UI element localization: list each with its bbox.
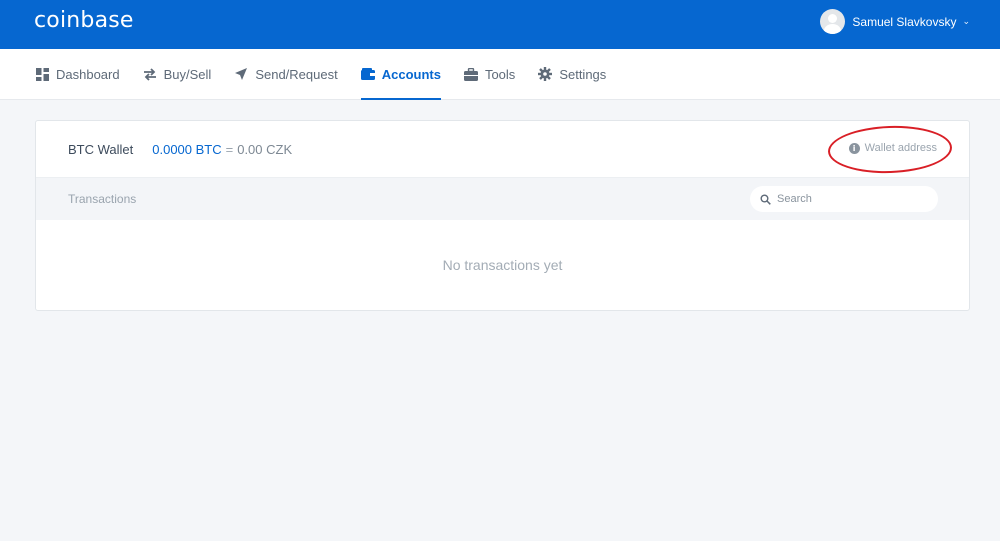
briefcase-icon: [463, 67, 478, 81]
user-name: Samuel Slavkovsky: [852, 14, 957, 29]
nav-label: Dashboard: [56, 66, 120, 82]
btc-balance: 0.0000 BTC: [152, 141, 222, 157]
fiat-balance: 0.00 CZK: [237, 141, 293, 157]
wallet-header: BTC Wallet 0.0000 BTC = 0.00 CZK i Walle…: [36, 121, 969, 177]
search-icon: [760, 194, 771, 205]
nav-buy-sell[interactable]: Buy/Sell: [143, 49, 212, 99]
nav-settings[interactable]: Settings: [538, 49, 606, 99]
main-nav: Dashboard Buy/Sell Send/Request Accounts…: [0, 49, 1000, 100]
nav-accounts[interactable]: Accounts: [360, 49, 442, 100]
wallet-address-link[interactable]: i Wallet address: [848, 142, 937, 154]
empty-state: No transactions yet: [442, 257, 563, 273]
coinbase-logo[interactable]: coinbase: [34, 8, 134, 33]
nav-label: Send/Request: [255, 66, 338, 82]
send-icon: [234, 67, 248, 81]
transactions-label: Transactions: [68, 192, 137, 206]
wallet-name[interactable]: BTC Wallet: [68, 142, 133, 157]
wallet-card: BTC Wallet 0.0000 BTC = 0.00 CZK i Walle…: [35, 120, 970, 311]
nav-label: Buy/Sell: [163, 66, 212, 82]
search-box[interactable]: [750, 186, 938, 212]
user-menu[interactable]: Samuel Slavkovsky ⌄: [820, 9, 970, 34]
exchange-icon: [143, 67, 157, 81]
wallet-icon: [360, 67, 375, 81]
nav-dashboard[interactable]: Dashboard: [35, 49, 120, 99]
nav-label: Accounts: [381, 66, 441, 82]
wallet-address-label: Wallet address: [864, 142, 937, 154]
approx-sign: =: [225, 141, 234, 157]
nav-label: Tools: [484, 66, 516, 82]
top-bar: coinbase Samuel Slavkovsky ⌄: [0, 0, 1000, 49]
gear-icon: [538, 67, 553, 81]
chevron-down-icon: ⌄: [962, 16, 970, 26]
dashboard-icon: [35, 67, 49, 81]
avatar: [820, 9, 846, 34]
transactions-bar: Transactions: [36, 177, 969, 220]
nav-send-request[interactable]: Send/Request: [234, 49, 338, 99]
nav-label: Settings: [559, 66, 607, 82]
info-icon: i: [848, 142, 860, 154]
search-input[interactable]: [777, 193, 927, 205]
nav-tools[interactable]: Tools: [463, 49, 516, 99]
